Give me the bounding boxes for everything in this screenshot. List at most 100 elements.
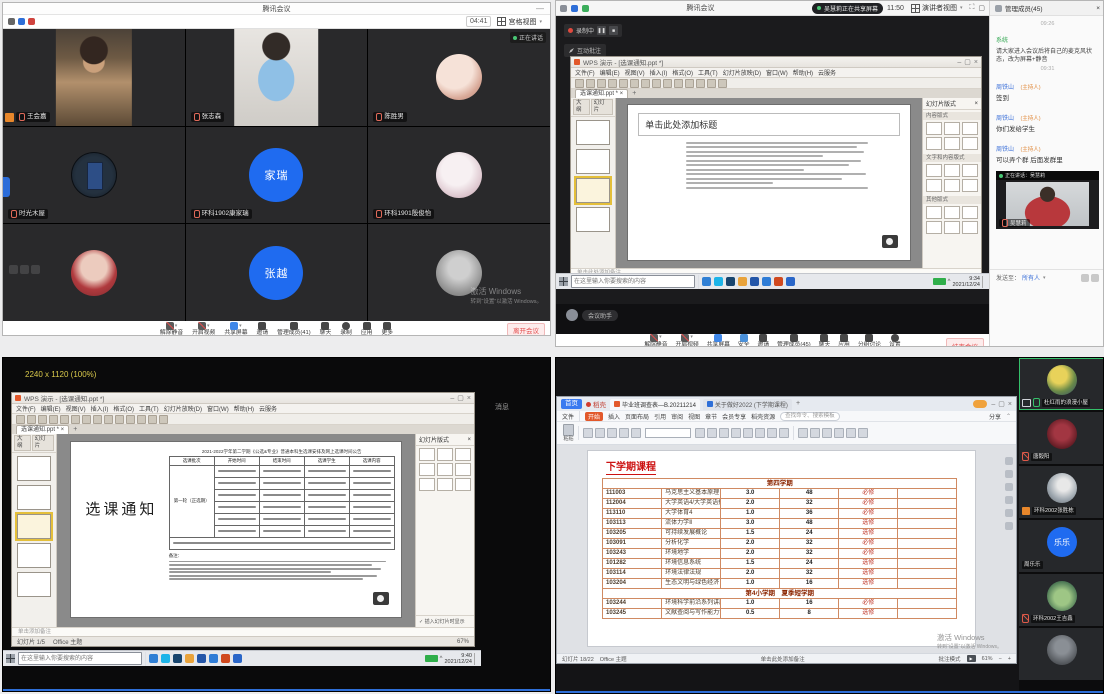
pane-tab[interactable]: 幻灯片 [591, 99, 613, 115]
zoom-level[interactable]: 61% [982, 656, 993, 662]
toolbar-icon[interactable] [641, 79, 650, 88]
ribbon-icon[interactable] [607, 428, 617, 438]
camera-status-icon[interactable] [571, 5, 578, 12]
layout-thumbnail[interactable] [944, 122, 960, 135]
side-tool-icon[interactable] [1005, 483, 1013, 491]
layout-thumbnail[interactable] [962, 137, 978, 150]
toolbar-icon[interactable] [71, 415, 80, 424]
new-tab-button[interactable]: + [796, 400, 800, 408]
image-attach-icon[interactable] [1081, 274, 1089, 282]
toolbar-button[interactable]: 共享屏幕 [707, 334, 730, 347]
assistant-pill[interactable]: 会议助手 [582, 310, 618, 321]
slide-thumbnail[interactable] [17, 572, 51, 597]
menu-item[interactable]: 窗口(W) [207, 404, 229, 413]
toolbar-icon[interactable] [104, 415, 113, 424]
toolbar-icon[interactable] [82, 415, 91, 424]
taskbar-app-icon[interactable] [714, 277, 723, 286]
record-status-icon[interactable] [28, 18, 35, 25]
toolbar-icon[interactable] [575, 79, 584, 88]
toolbar-button[interactable]: ▾ 开启视频 [676, 334, 699, 347]
maximize-icon[interactable]: ▢ [998, 401, 1005, 408]
toolbar-icon[interactable] [38, 415, 47, 424]
slideshow-play-button[interactable]: ▶ [967, 655, 976, 662]
menu-item[interactable]: 视图(V) [66, 404, 86, 413]
slide-title-placeholder[interactable]: 单击此处添加标题 [638, 113, 900, 136]
toolbar-icon[interactable] [115, 415, 124, 424]
slide-thumbnail[interactable] [576, 120, 610, 145]
minimize-icon[interactable]: – [450, 395, 454, 402]
close-icon[interactable]: × [467, 437, 471, 443]
notes-placeholder[interactable]: 单击添加备注 [12, 627, 474, 636]
ribbon-icon[interactable] [846, 428, 856, 438]
toolbar-icon[interactable] [93, 415, 102, 424]
side-panel-handle[interactable] [3, 177, 10, 197]
menu-item[interactable]: 插入(I) [91, 404, 109, 413]
ribbon-tab[interactable]: 插入 [608, 412, 620, 421]
menu-item[interactable]: 格式(O) [672, 68, 693, 77]
message-input[interactable] [996, 282, 1099, 322]
toolbar-button[interactable]: 邀请 [758, 334, 770, 347]
layout-thumbnail[interactable] [419, 448, 435, 461]
ribbon-icon[interactable] [595, 428, 605, 438]
font-name-select[interactable] [645, 428, 691, 438]
toolbar-button[interactable]: 管理成员(45) [777, 334, 811, 347]
layout-thumbnail[interactable] [944, 206, 960, 219]
layout-thumbnail[interactable] [455, 448, 471, 461]
collapse-ribbon-icon[interactable]: ⌃ [1006, 413, 1011, 420]
tile-hover-controls[interactable] [9, 265, 40, 274]
leave-meeting-button[interactable]: 离开会议 [507, 323, 545, 336]
layout-thumbnail[interactable] [962, 206, 978, 219]
layout-thumbnail[interactable] [944, 179, 960, 192]
layout-thumbnail[interactable] [926, 137, 942, 150]
toolbar-icon[interactable] [16, 415, 25, 424]
ribbon-tab[interactable]: 视图 [688, 412, 700, 421]
toolbar-icon[interactable] [707, 79, 716, 88]
menu-item[interactable]: 云服务 [818, 68, 836, 77]
layout-view-button[interactable]: 宫格视图 ▾ [494, 17, 545, 27]
layout-thumbnail[interactable] [962, 221, 978, 234]
menu-item[interactable]: 编辑(E) [41, 404, 61, 413]
maximize-icon[interactable]: ▢ [457, 395, 464, 402]
ribbon-icon[interactable] [631, 428, 641, 438]
toolbar-icon[interactable] [159, 415, 168, 424]
maximize-icon[interactable]: ▢ [964, 59, 971, 66]
participant-tile[interactable] [1019, 628, 1104, 680]
menu-item[interactable]: 窗口(W) [766, 68, 788, 77]
slide-thumbnail[interactable] [576, 178, 610, 203]
participant-tile[interactable]: 王会嘉 [3, 29, 185, 126]
taskbar-app-icon[interactable] [185, 654, 194, 663]
zoom-level[interactable]: 67% [457, 639, 469, 645]
ribbon-tab[interactable]: 审阅 [671, 412, 683, 421]
close-icon[interactable]: × [467, 395, 471, 402]
menu-item[interactable]: 文件(F) [575, 68, 595, 77]
ribbon-tab[interactable]: 稻壳资源 [751, 412, 775, 421]
toolbar-icon[interactable] [619, 79, 628, 88]
toolbar-button[interactable]: 安全 [738, 334, 750, 347]
close-icon[interactable]: × [1008, 401, 1012, 408]
layout-thumbnail[interactable] [944, 137, 960, 150]
pane-tab[interactable]: 大纲 [14, 435, 31, 451]
toolbar-icon[interactable] [586, 79, 595, 88]
slide-thumbnail[interactable] [17, 456, 51, 481]
layout-thumbnail[interactable] [926, 179, 942, 192]
emoji-icon[interactable] [1091, 274, 1099, 282]
pane-tab[interactable]: 大纲 [573, 99, 590, 115]
layout-thumbnail[interactable] [419, 463, 435, 476]
ribbon-tab[interactable]: 页面布局 [625, 412, 649, 421]
toolbar-icon[interactable] [126, 415, 135, 424]
speaker-video-tile[interactable]: 正在讲话：吴慧莉 吴慧莉 [996, 171, 1099, 229]
toolbar-icon[interactable] [60, 415, 69, 424]
participant-tile[interactable]: 环科1901殷俊怡 [368, 127, 550, 224]
new-tab-button[interactable]: + [632, 90, 636, 98]
toolbar-icon[interactable] [630, 79, 639, 88]
ribbon-tab[interactable]: 章节 [705, 412, 717, 421]
toolbar-button[interactable]: 分组讨论 [858, 334, 881, 347]
participant-tile[interactable]: 杜红雨的浪漫小屋 [1019, 358, 1104, 410]
participant-tile[interactable]: 张越 [186, 224, 368, 321]
taskbar-app-icon[interactable] [738, 277, 747, 286]
slide-thumbnail[interactable] [17, 543, 51, 568]
participant-tile[interactable]: 激活 Windows 转到“设置”以激活 Windows。 [368, 224, 550, 321]
toolbar-icon[interactable] [597, 79, 606, 88]
taskbar-search-input[interactable] [18, 652, 142, 665]
participant-tile[interactable]: 正在讲话 陈胜男 [368, 29, 550, 126]
